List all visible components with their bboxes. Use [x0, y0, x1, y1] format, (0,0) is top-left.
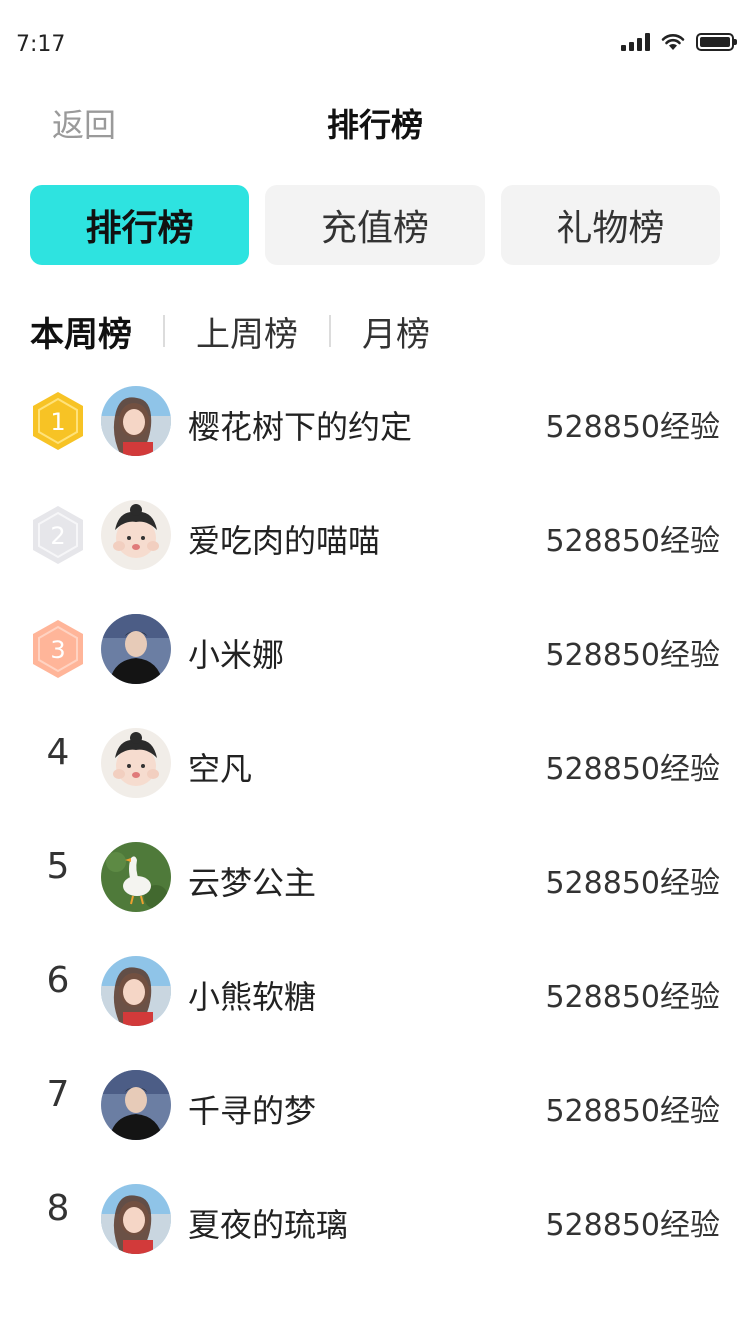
- avatar[interactable]: [101, 956, 171, 1026]
- experience-value: 528850经验: [545, 1208, 720, 1243]
- avatar[interactable]: [101, 728, 171, 798]
- status-time: 7:17: [16, 32, 66, 57]
- wifi-icon: [661, 34, 685, 50]
- rank-number: 3: [50, 636, 65, 664]
- period-divider: [163, 315, 165, 347]
- status-bar: 7:17: [0, 0, 750, 88]
- rank-number: 2: [50, 522, 65, 550]
- tab-ranking[interactable]: 排行榜: [30, 185, 250, 265]
- ranking-tabs: 排行榜 充值榜 礼物榜: [30, 185, 720, 265]
- ranking-row[interactable]: 4 空凡 528850经验: [0, 706, 750, 820]
- period-last-week[interactable]: 上周榜: [196, 307, 298, 356]
- status-icons: [621, 32, 737, 52]
- period-month[interactable]: 月榜: [362, 307, 430, 356]
- rank-number: 5: [46, 846, 70, 887]
- period-divider: [329, 315, 331, 347]
- ranking-row[interactable]: 2 爱吃肉的喵喵 528850经验: [0, 478, 750, 592]
- user-name: 夏夜的琉璃: [188, 1206, 349, 1244]
- user-name: 小熊软糖: [188, 978, 317, 1016]
- avatar[interactable]: [101, 1070, 171, 1140]
- rank-medal-icon: 1: [30, 390, 86, 452]
- rank-number: 6: [46, 960, 70, 1001]
- signal-icon: [621, 33, 650, 51]
- ranking-list: 1 樱花树下的约定 528850经验 2 爱吃肉的喵喵 528850经验 3 小米娜 52885…: [0, 364, 750, 1276]
- ranking-row[interactable]: 5 云梦公主 528850经验: [0, 820, 750, 934]
- avatar[interactable]: [101, 386, 171, 456]
- avatar[interactable]: [101, 614, 171, 684]
- experience-value: 528850经验: [545, 1094, 720, 1129]
- ranking-row[interactable]: 7 千寻的梦 528850经验: [0, 1048, 750, 1162]
- ranking-row[interactable]: 6 小熊软糖 528850经验: [0, 934, 750, 1048]
- avatar[interactable]: [101, 500, 171, 570]
- rank-number: 4: [46, 732, 70, 773]
- tab-gift[interactable]: 礼物榜: [500, 185, 720, 265]
- battery-icon: [696, 33, 737, 51]
- page-title: 排行榜: [326, 106, 423, 144]
- experience-value: 528850经验: [545, 410, 720, 445]
- rank-medal-icon: 3: [30, 618, 86, 680]
- avatar[interactable]: [101, 1184, 171, 1254]
- user-name: 樱花树下的约定: [188, 408, 413, 446]
- experience-value: 528850经验: [545, 752, 720, 787]
- experience-value: 528850经验: [545, 638, 720, 673]
- user-name: 云梦公主: [188, 864, 317, 902]
- period-switch: 本周榜 上周榜 月榜: [30, 306, 430, 356]
- user-name: 小米娜: [188, 636, 285, 674]
- user-name: 千寻的梦: [188, 1092, 317, 1130]
- rank-number: 1: [50, 408, 65, 436]
- experience-value: 528850经验: [545, 866, 720, 901]
- nav-bar: 返回 排行榜: [0, 88, 750, 154]
- experience-value: 528850经验: [545, 980, 720, 1015]
- user-name: 爱吃肉的喵喵: [188, 522, 381, 560]
- rank-number: 7: [46, 1074, 70, 1115]
- avatar[interactable]: [101, 842, 171, 912]
- rank-medal-icon: 2: [30, 504, 86, 566]
- experience-value: 528850经验: [545, 524, 720, 559]
- rank-number: 8: [46, 1188, 70, 1229]
- ranking-row[interactable]: 8 夏夜的琉璃 528850经验: [0, 1162, 750, 1276]
- user-name: 空凡: [188, 750, 253, 788]
- ranking-row[interactable]: 3 小米娜 528850经验: [0, 592, 750, 706]
- period-this-week[interactable]: 本周榜: [30, 307, 132, 356]
- ranking-row[interactable]: 1 樱花树下的约定 528850经验: [0, 364, 750, 478]
- tab-recharge[interactable]: 充值榜: [265, 185, 485, 265]
